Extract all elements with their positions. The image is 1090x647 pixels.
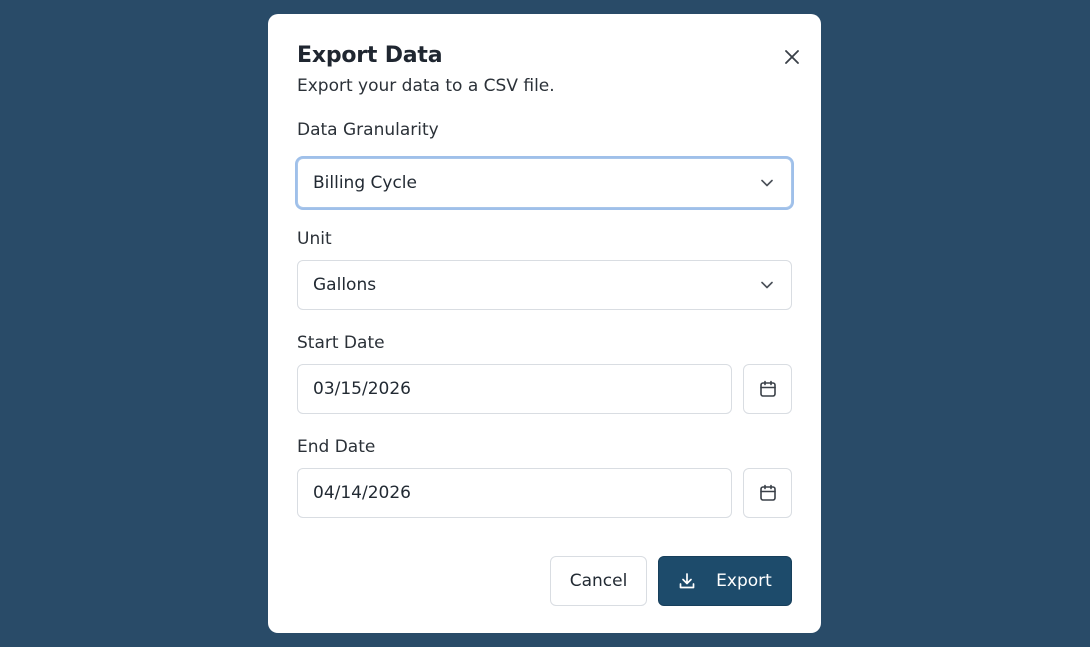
close-button[interactable] [783, 48, 801, 66]
end-date-input[interactable]: 04/14/2026 [297, 468, 732, 518]
start-date-row: 03/15/2026 [297, 364, 792, 414]
unit-select[interactable]: Gallons [297, 260, 792, 310]
dialog-title: Export Data [297, 43, 443, 68]
end-date-calendar-button[interactable] [743, 468, 792, 518]
start-date-value: 03/15/2026 [313, 379, 411, 399]
dialog-subtitle: Export your data to a CSV file. [297, 76, 555, 96]
dialog-actions: Cancel Export [550, 556, 792, 606]
granularity-select[interactable]: Billing Cycle [297, 158, 792, 208]
close-icon [785, 50, 799, 64]
cancel-button[interactable]: Cancel [550, 556, 647, 606]
chevron-down-icon [761, 179, 773, 187]
chevron-down-icon [761, 281, 773, 289]
calendar-icon [759, 380, 776, 397]
end-date-value: 04/14/2026 [313, 483, 411, 503]
download-icon [679, 573, 695, 589]
end-date-label: End Date [297, 437, 376, 457]
start-date-calendar-button[interactable] [743, 364, 792, 414]
export-button[interactable]: Export [658, 556, 792, 606]
granularity-label: Data Granularity [297, 120, 439, 140]
granularity-value: Billing Cycle [313, 173, 417, 193]
calendar-icon [759, 484, 776, 501]
export-button-label: Export [716, 571, 772, 591]
unit-label: Unit [297, 229, 332, 249]
unit-value: Gallons [313, 275, 377, 295]
end-date-row: 04/14/2026 [297, 468, 792, 518]
export-data-dialog: Export Data Export your data to a CSV fi… [268, 14, 821, 633]
start-date-label: Start Date [297, 333, 385, 353]
start-date-input[interactable]: 03/15/2026 [297, 364, 732, 414]
